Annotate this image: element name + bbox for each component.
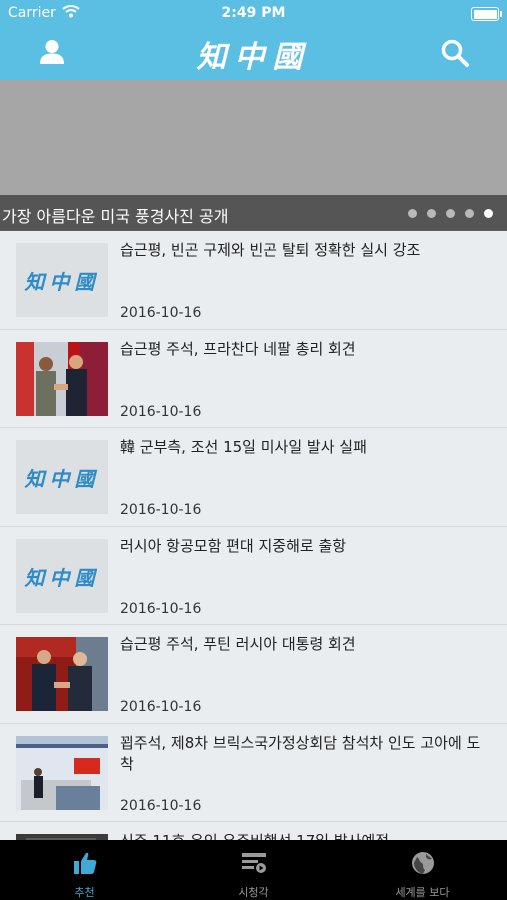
- carousel-dot[interactable]: [408, 209, 417, 218]
- news-item[interactable]: 知中國 습근평, 빈곤 구제와 빈곤 탈퇴 정확한 실시 강조 2016-10-16: [0, 231, 507, 330]
- news-thumbnail: [16, 341, 108, 416]
- carousel-dot[interactable]: [427, 209, 436, 218]
- media-icon: [169, 850, 338, 876]
- tab-bar: 추천 시청각 세계를 보다: [0, 840, 507, 900]
- carousel-dot[interactable]: [465, 209, 474, 218]
- app-logo-title: 知中國: [196, 40, 311, 75]
- globe-icon: [338, 850, 507, 876]
- news-title: 습근평, 빈곤 구제와 빈곤 탈퇴 정확한 실시 강조: [120, 241, 421, 259]
- battery-icon: [471, 7, 502, 21]
- banner-caption-bar[interactable]: 가장 아름다운 미국 풍경사진 공개: [0, 195, 507, 231]
- thumbnail-logo: 知中國: [24, 467, 100, 491]
- news-date: 2016-10-16: [120, 305, 202, 321]
- news-item[interactable]: 습근평 주석, 푸틴 러시아 대통령 회견 2016-10-16: [0, 625, 507, 724]
- status-time: 2:49 PM: [221, 5, 286, 21]
- header-bar: Carrier 2:49 PM 知中國: [0, 0, 507, 80]
- news-date: 2016-10-16: [120, 403, 202, 420]
- search-icon[interactable]: [440, 38, 470, 68]
- tab-1[interactable]: 시청각: [169, 840, 338, 900]
- news-title: 韓 군부측, 조선 15일 미사일 발사 실패: [120, 438, 367, 456]
- news-title: 꾑주석, 제8차 브릭스국가정상회담 참석차 인도 고아에 도착: [120, 733, 481, 773]
- banner-caption: 가장 아름다운 미국 풍경사진 공개: [2, 207, 229, 226]
- news-item[interactable]: 신주 11호 유인 우주비행선 17일 발사예정: [0, 822, 507, 840]
- news-item[interactable]: 知中國 韓 군부측, 조선 15일 미사일 발사 실패 2016-10-16: [0, 428, 507, 527]
- news-title: 신주 11호 유인 우주비행선 17일 발사예정: [120, 831, 493, 840]
- news-title: 습근평 주석, 프라찬다 네팔 총리 회견: [120, 339, 356, 358]
- news-date: 2016-10-16: [120, 699, 202, 715]
- tab-0[interactable]: 추천: [0, 840, 169, 900]
- news-thumbnail: [16, 735, 108, 810]
- status-bar: Carrier 2:49 PM: [0, 0, 507, 28]
- carousel-dot[interactable]: [446, 209, 455, 218]
- news-thumbnail: 知中國: [16, 440, 108, 514]
- news-title: 러시아 항공모함 편대 지중해로 출항: [120, 536, 347, 555]
- tab-2[interactable]: 세계를 보다: [338, 840, 507, 900]
- tab-label: 세계를 보다: [395, 886, 450, 899]
- thumbnail-logo: 知中國: [24, 565, 100, 590]
- carousel-dot[interactable]: [484, 209, 493, 218]
- tab-label: 시청각: [238, 886, 269, 899]
- news-item[interactable]: 꾑주석, 제8차 브릭스국가정상회담 참석차 인도 고아에 도착 2016-10-…: [0, 724, 507, 822]
- news-title: 습근평 주석, 푸틴 러시아 대통령 회견: [120, 635, 356, 653]
- tab-label: 추천: [74, 886, 95, 899]
- news-thumbnail: 知中國: [16, 243, 108, 317]
- news-date: 2016-10-16: [120, 797, 202, 814]
- news-date: 2016-10-16: [120, 502, 202, 518]
- news-thumbnail: [16, 637, 108, 711]
- news-list[interactable]: 知中國 습근평, 빈곤 구제와 빈곤 탈퇴 정확한 실시 강조 2016-10-16…: [0, 231, 507, 840]
- thumbs-up-icon: [0, 850, 169, 876]
- carousel-dots: [408, 209, 493, 218]
- news-thumbnail: 知中國: [16, 538, 108, 613]
- thumbnail-logo: 知中國: [24, 270, 100, 294]
- news-item[interactable]: 知中國 러시아 항공모함 편대 지중해로 출항 2016-10-16: [0, 527, 507, 625]
- news-item[interactable]: 습근평 주석, 프라찬다 네팔 총리 회견 2016-10-16: [0, 330, 507, 428]
- news-date: 2016-10-16: [120, 600, 202, 617]
